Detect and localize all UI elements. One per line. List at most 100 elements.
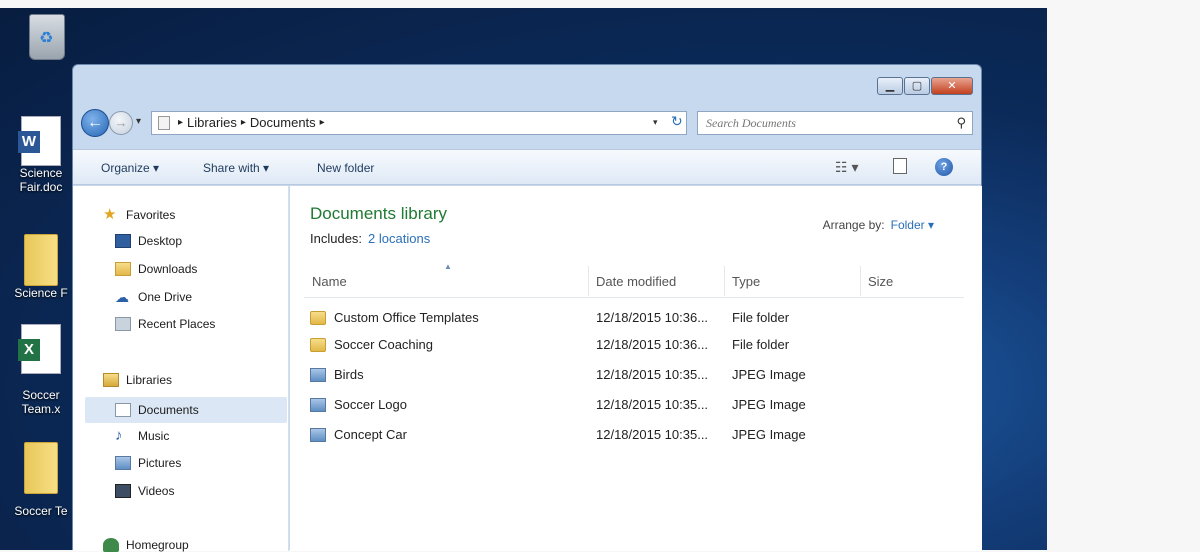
arrange-label: Arrange by: [822, 218, 885, 232]
change-view-icon[interactable]: ☷ ▾ [835, 159, 858, 176]
desktop-icon-label: Soccer [22, 388, 60, 402]
search-icon[interactable]: ⚲ [956, 115, 966, 131]
nav-libraries[interactable]: Libraries [103, 373, 172, 387]
breadcrumb-libraries[interactable]: Libraries [187, 112, 237, 134]
content-pane: Documents library Includes: 2 locations A… [290, 186, 982, 551]
nav-item-downloads[interactable]: Downloads [115, 262, 197, 276]
nav-label: Recent Places [138, 317, 216, 331]
table-row[interactable]: Soccer Coaching 12/18/2015 10:36... File… [304, 333, 964, 357]
desktop-icon-label: Science [19, 166, 63, 180]
downloads-icon [115, 262, 131, 276]
desktop-icon-science-fair-doc[interactable]: W Science Fair.doc [6, 116, 76, 194]
refresh-button[interactable]: ↻ [671, 113, 683, 130]
nav-favorites[interactable]: ★ Favorites [103, 206, 176, 223]
maximize-button[interactable]: ▢ [904, 77, 930, 95]
preview-pane-icon[interactable] [893, 158, 907, 174]
minimize-button[interactable]: ▁ [877, 77, 903, 95]
word-doc-icon: W [18, 116, 61, 166]
nav-label: Desktop [138, 234, 183, 248]
desktop-icon [115, 234, 131, 248]
column-divider[interactable] [724, 266, 725, 296]
file-type: JPEG Image [732, 397, 806, 412]
includes-label: Includes: [310, 231, 363, 246]
table-row[interactable]: Soccer Logo 12/18/2015 10:35... JPEG Ima… [304, 393, 964, 417]
address-bar[interactable]: ▸ Libraries ▸ Documents ▸ [151, 111, 687, 135]
nav-label: Favorites [126, 208, 176, 222]
search-input[interactable] [698, 112, 938, 134]
window-controls: ▁ ▢ ✕ [877, 77, 973, 95]
image-file-icon [310, 428, 326, 442]
desktop-icon-soccer-team-folder[interactable]: Soccer Te [6, 442, 76, 518]
file-type: File folder [732, 310, 790, 325]
file-name: Custom Office Templates [334, 310, 479, 325]
nav-item-music[interactable]: ♪ Music [115, 428, 170, 443]
desktop-icon-recycle-bin[interactable] [14, 14, 80, 60]
folder-icon [24, 234, 58, 286]
location-icon [158, 116, 170, 130]
locations-link[interactable]: 2 locations [368, 231, 430, 246]
nav-label: Documents [138, 403, 199, 417]
search-box[interactable]: ⚲ [697, 111, 973, 135]
desktop-icon-soccer-team-xls[interactable]: X Soccer Team.x [6, 324, 76, 416]
organize-button[interactable]: Organize ▾ [101, 161, 159, 175]
nav-item-videos[interactable]: Videos [115, 484, 174, 498]
breadcrumb-documents[interactable]: Documents [250, 112, 316, 134]
nav-label: Music [138, 429, 170, 443]
desktop-icon-label: Soccer Te [14, 504, 68, 518]
nav-item-documents[interactable]: Documents [85, 397, 287, 423]
column-size[interactable]: Size [868, 274, 893, 289]
forward-button[interactable]: → [109, 111, 133, 135]
share-with-button[interactable]: Share with ▾ [203, 161, 269, 175]
column-divider[interactable] [588, 266, 589, 296]
nav-label: Videos [138, 484, 175, 498]
file-name: Soccer Logo [334, 397, 407, 412]
column-date-modified[interactable]: Date modified [596, 274, 676, 289]
folder-icon [24, 442, 58, 494]
nav-label: Pictures [138, 456, 182, 470]
table-row[interactable]: Birds 12/18/2015 10:35... JPEG Image [304, 363, 964, 387]
back-button[interactable]: ← [81, 109, 109, 137]
arrange-by-dropdown[interactable]: Folder ▾ [891, 218, 934, 232]
column-header: ▲ Name Date modified Type Size [304, 262, 964, 298]
library-title: Documents library [310, 204, 447, 223]
libraries-icon [103, 373, 119, 387]
chevron-right-icon: ▸ [178, 117, 184, 128]
nav-label: Libraries [126, 373, 173, 387]
arrow-right-icon: → [114, 115, 128, 130]
file-date: 12/18/2015 10:36... [596, 337, 709, 352]
chevron-right-icon[interactable]: ▸ [320, 112, 325, 134]
column-type[interactable]: Type [732, 274, 760, 289]
table-row[interactable]: Custom Office Templates 12/18/2015 10:36… [304, 306, 964, 330]
close-button[interactable]: ✕ [931, 77, 973, 95]
column-divider[interactable] [860, 266, 861, 296]
address-dropdown-button[interactable]: ▾ [653, 117, 658, 128]
blank-area [1047, 0, 1200, 550]
pictures-icon [115, 456, 131, 470]
nav-label: One Drive [138, 290, 193, 304]
image-file-icon [310, 368, 326, 382]
explorer-window: ▁ ▢ ✕ ← → ▾ ▸ Libraries ▸ Documents ▸ ▾ … [72, 64, 982, 552]
arrange-by: Arrange by: Folder ▾ [823, 218, 934, 232]
nav-item-onedrive[interactable]: ☁ One Drive [115, 290, 192, 304]
desktop-icon-label: Fair.doc [19, 180, 63, 194]
nav-item-pictures[interactable]: Pictures [115, 456, 181, 470]
video-icon [115, 484, 131, 498]
refresh-icon: ↻ [671, 113, 683, 129]
desktop-icon-science-fair-folder[interactable]: Science F [6, 234, 76, 300]
command-bar: Organize ▾ Share with ▾ New folder ☷ ▾ ? [73, 149, 981, 185]
recent-places-icon [115, 317, 131, 331]
recent-pages-dropdown[interactable]: ▾ [136, 116, 141, 127]
nav-item-desktop[interactable]: Desktop [115, 234, 182, 248]
nav-item-recent-places[interactable]: Recent Places [115, 317, 215, 331]
file-type: JPEG Image [732, 427, 806, 442]
document-icon [115, 403, 131, 417]
address-row: ← → ▾ ▸ Libraries ▸ Documents ▸ ▾ ↻ ⚲ [79, 109, 975, 137]
chevron-right-icon: ▸ [240, 117, 246, 128]
file-name: Soccer Coaching [334, 337, 433, 352]
new-folder-button[interactable]: New folder [317, 161, 374, 175]
help-icon[interactable]: ? [935, 158, 953, 176]
star-icon: ★ [103, 206, 117, 223]
nav-label: Downloads [138, 262, 198, 276]
table-row[interactable]: Concept Car 12/18/2015 10:35... JPEG Ima… [304, 423, 964, 447]
column-name[interactable]: Name [312, 274, 347, 289]
